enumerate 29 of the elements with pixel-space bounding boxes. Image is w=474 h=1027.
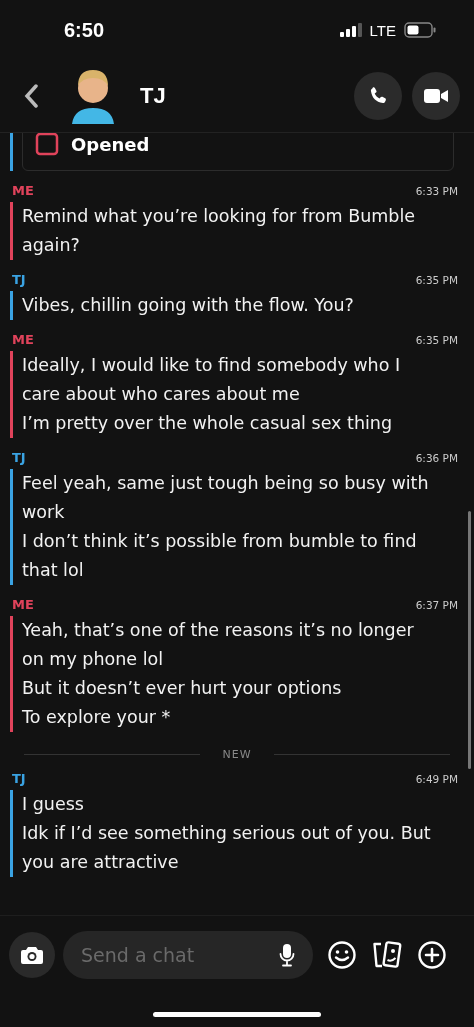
opened-label: Opened xyxy=(71,133,150,155)
message-text: Ideally, I would like to find somebody who I care about who cares about me xyxy=(22,354,402,406)
sender-name: TJ xyxy=(12,272,26,287)
message-time: 6:36 PM xyxy=(415,451,458,464)
message-text: Yeah, that’s one of the reasons it’s no longer on my phone lol xyxy=(22,619,415,671)
message-time: 6:33 PM xyxy=(415,184,458,197)
message-text: To explore your * xyxy=(22,706,172,729)
message-time: 6:35 PM xyxy=(415,333,458,346)
message-text: I don’t think it’s possible from bumble to find that lol xyxy=(22,530,418,582)
message-text: But it doesn’t ever hurt your options xyxy=(22,677,343,700)
message-text: I guess xyxy=(22,793,85,816)
sender-name: TJ xyxy=(12,450,26,465)
message-time: 6:35 PM xyxy=(415,273,458,286)
message-time: 6:49 PM xyxy=(415,772,458,785)
status-time: 6:50 xyxy=(64,18,106,42)
message-text: Remind what you’re looking for from Bumble again? xyxy=(22,205,417,257)
message-text: I’m pretty over the whole casual sex thing xyxy=(22,412,394,435)
message-text: Feel yeah, same just tough being so busy with work xyxy=(22,472,430,524)
chat-input-field[interactable]: Send a chat xyxy=(63,930,313,979)
sender-name: ME xyxy=(12,332,34,347)
message-time: 6:37 PM xyxy=(415,598,458,611)
message-text: Idk if I’d see something serious out of you. But you are attractive xyxy=(22,822,432,874)
sender-name: ME xyxy=(12,597,34,612)
contact-name: TJ xyxy=(140,83,167,109)
network-label: LTE xyxy=(369,21,396,39)
sender-name: ME xyxy=(12,183,34,198)
new-divider-label: NEW xyxy=(222,748,252,761)
sender-name: TJ xyxy=(12,771,26,786)
message-text: Vibes, chillin going with the flow. You? xyxy=(22,294,355,317)
